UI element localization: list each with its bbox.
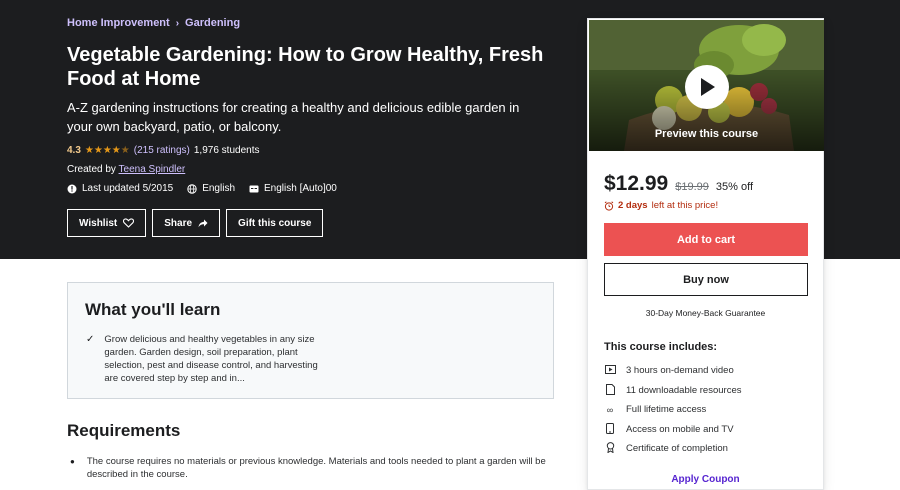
countdown-text: left at this price! — [651, 200, 719, 211]
include-text: Access on mobile and TV — [626, 423, 734, 435]
trophy-icon — [604, 442, 616, 455]
learn-item: ✓ Grow delicious and healthy vegetables … — [86, 333, 326, 385]
requirement-text: The course requires no materials or prev… — [86, 456, 546, 480]
bullet-icon: ● — [70, 457, 75, 466]
add-to-cart-button[interactable]: Add to cart — [604, 223, 808, 256]
course-meta: Last updated 5/2015 English English [Aut… — [67, 183, 337, 194]
course-preview[interactable]: Preview this course — [589, 20, 824, 151]
buy-now-button[interactable]: Buy now — [604, 263, 808, 296]
star-rating-icon: ★★★★★ — [84, 145, 130, 156]
wishlist-label: Wishlist — [79, 217, 118, 229]
created-by: Created by Teena Spindler — [67, 164, 185, 175]
alarm-clock-icon — [604, 200, 614, 211]
language-text: English — [202, 183, 236, 194]
countdown-days: 2 days — [618, 200, 648, 211]
include-text: 11 downloadable resources — [626, 384, 742, 396]
mobile-icon — [604, 422, 616, 436]
price-row: $12.99 $19.99 35% off — [604, 172, 753, 196]
globe-icon — [187, 183, 197, 194]
share-button[interactable]: Share — [152, 209, 221, 237]
closed-captions-icon — [249, 185, 259, 192]
breadcrumb-home-improvement[interactable]: Home Improvement — [67, 17, 170, 29]
video-icon — [604, 365, 616, 376]
breadcrumb-gardening[interactable]: Gardening — [185, 17, 240, 29]
include-item: ∞ Full lifetime access — [604, 400, 741, 420]
infinity-icon: ∞ — [606, 404, 614, 415]
include-text: Certificate of completion — [626, 443, 728, 455]
captions: English [Auto]00 — [249, 183, 337, 194]
current-price: $12.99 — [604, 172, 669, 195]
include-text: Full lifetime access — [626, 404, 707, 416]
gift-course-label: Gift this course — [238, 217, 312, 229]
check-icon: ✓ — [86, 334, 95, 345]
gift-course-button[interactable]: Gift this course — [226, 209, 324, 237]
requirements-title: Requirements — [67, 421, 181, 440]
share-arrow-icon — [198, 219, 208, 227]
money-back-guarantee: 30-Day Money-Back Guarantee — [645, 308, 766, 318]
file-icon — [604, 383, 616, 397]
include-item: 11 downloadable resources — [604, 381, 741, 401]
last-updated-text: Last updated 5/2015 — [82, 183, 174, 194]
chevron-right-icon: › — [175, 17, 180, 29]
preview-label: Preview this course — [654, 128, 759, 140]
instructor-link[interactable]: Teena Spindler — [119, 164, 186, 175]
last-updated: Last updated 5/2015 — [67, 183, 173, 194]
include-item: Certificate of completion — [604, 439, 741, 459]
wishlist-button[interactable]: Wishlist — [67, 209, 147, 237]
learn-item-text: Grow delicious and healthy vegetables in… — [104, 334, 318, 384]
share-label: Share — [164, 217, 193, 229]
course-subtitle: A-Z gardening instructions for creating … — [67, 100, 520, 134]
apply-coupon-link[interactable]: Apply Coupon — [588, 474, 823, 485]
heart-icon — [123, 218, 135, 228]
rating-value: 4.3 — [67, 145, 81, 156]
students-count: 1,976 students — [193, 145, 260, 156]
captions-text: English [Auto]00 — [264, 183, 337, 194]
include-item: Access on mobile and TV — [604, 420, 741, 440]
created-by-label: Created by — [67, 164, 116, 175]
play-icon — [701, 78, 715, 96]
breadcrumb: Home Improvement › Gardening — [67, 17, 240, 29]
include-text: 3 hours on-demand video — [626, 365, 734, 377]
requirement-item: ● The course requires no materials or pr… — [70, 455, 560, 481]
include-item: 3 hours on-demand video — [604, 361, 741, 381]
discount-percent: 35% off — [715, 181, 753, 193]
play-button[interactable] — [685, 65, 729, 109]
original-price: $19.99 — [675, 181, 709, 193]
includes-title: This course includes: — [604, 341, 718, 353]
price-countdown: 2 days left at this price! — [604, 200, 718, 211]
learn-title: What you'll learn — [85, 300, 221, 319]
language: English — [187, 183, 235, 194]
what-youll-learn: What you'll learn ✓ Grow delicious and h… — [67, 282, 554, 399]
purchase-sidebar: Preview this course $12.99 $19.99 35% of… — [587, 18, 824, 490]
course-title: Vegetable Gardening: How to Grow Healthy… — [67, 44, 544, 90]
rating-row: 4.3 ★★★★★ (215 ratings) 1,976 students — [67, 145, 259, 156]
includes-list: 3 hours on-demand video 11 downloadable … — [604, 361, 741, 459]
ratings-count-link[interactable]: (215 ratings) — [134, 145, 190, 156]
alert-badge-icon — [67, 184, 77, 193]
action-buttons: Wishlist Share Gift this course — [67, 209, 324, 237]
